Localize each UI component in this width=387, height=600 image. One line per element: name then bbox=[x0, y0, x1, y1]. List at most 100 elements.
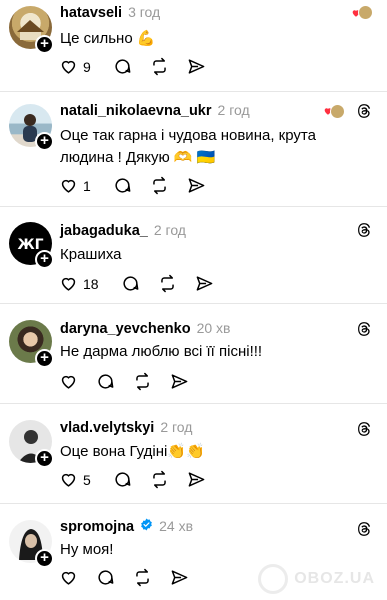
watermark-text: OBOZ.UA bbox=[294, 570, 375, 587]
comment-text: Не дарма люблю всі її пісні!!! bbox=[60, 343, 263, 360]
action-bar: 1 bbox=[59, 176, 224, 195]
follow-button[interactable]: + bbox=[35, 132, 54, 151]
thread-item: + vlad.velytskyi 2 год Оце вона Гудіні👏👏… bbox=[0, 404, 387, 504]
comment-icon bbox=[115, 59, 131, 74]
threads-logo-icon bbox=[358, 104, 371, 118]
timestamp: 20 хв bbox=[196, 320, 231, 336]
repost-button[interactable] bbox=[158, 274, 177, 293]
reply-button[interactable] bbox=[113, 470, 132, 489]
repost-icon bbox=[136, 372, 149, 391]
repost-button[interactable] bbox=[150, 176, 169, 195]
follow-button[interactable]: + bbox=[35, 250, 54, 269]
comment-icon bbox=[98, 570, 114, 585]
comment-text: Це сильно 💪 bbox=[60, 30, 156, 47]
watermark: OBOZ.UA bbox=[258, 564, 375, 594]
reply-button[interactable] bbox=[113, 176, 132, 195]
reply-button[interactable] bbox=[96, 568, 115, 587]
share-button[interactable] bbox=[187, 176, 206, 195]
like-button[interactable] bbox=[59, 568, 78, 587]
username[interactable]: natali_nikolaevna_ukr bbox=[60, 103, 212, 119]
heart-icon bbox=[61, 571, 76, 585]
repost-icon bbox=[153, 470, 166, 489]
action-bar: 5 bbox=[59, 470, 224, 489]
like-count: 1 bbox=[83, 177, 91, 194]
like-button[interactable]: 5 bbox=[59, 470, 95, 489]
repost-button[interactable] bbox=[150, 470, 169, 489]
reply-button[interactable] bbox=[113, 57, 132, 76]
timestamp: 2 год bbox=[217, 102, 250, 118]
share-button[interactable] bbox=[170, 372, 189, 391]
follow-button[interactable]: + bbox=[35, 449, 54, 468]
username[interactable]: daryna_yevchenko bbox=[60, 321, 191, 337]
timestamp: 2 год bbox=[160, 419, 193, 435]
author-avatar-mini bbox=[358, 5, 373, 20]
action-bar bbox=[59, 372, 207, 391]
thread-item: ЖГ + jabagaduka_ 2 год Крашиха 18 bbox=[0, 207, 387, 304]
comment-text: Ну моя! bbox=[60, 541, 114, 558]
comment-icon bbox=[98, 374, 114, 389]
username[interactable]: spromojna bbox=[60, 519, 134, 535]
thread-item: + natali_nikolaevna_ukr 2 год Оце так га… bbox=[0, 92, 387, 207]
like-count: 5 bbox=[83, 471, 91, 488]
send-icon bbox=[188, 59, 205, 74]
heart-icon bbox=[61, 179, 76, 193]
action-bar bbox=[59, 568, 207, 587]
comment-text: Оце так гарна і чудова новина, крута люд… bbox=[60, 127, 316, 166]
username[interactable]: jabagaduka_ bbox=[60, 223, 148, 239]
reply-button[interactable] bbox=[96, 372, 115, 391]
timestamp: 24 хв bbox=[159, 518, 194, 534]
heart-icon bbox=[61, 375, 76, 389]
author-avatar-mini bbox=[330, 103, 345, 119]
follow-button[interactable]: + bbox=[35, 549, 54, 568]
like-button[interactable] bbox=[59, 372, 78, 391]
liked-by-author-badge bbox=[351, 5, 373, 20]
username[interactable]: vlad.velytskyi bbox=[60, 420, 154, 436]
watermark-logo-icon bbox=[258, 564, 289, 594]
send-icon bbox=[188, 472, 205, 487]
send-icon bbox=[171, 374, 188, 389]
send-icon bbox=[188, 178, 205, 193]
repost-icon bbox=[153, 176, 166, 195]
heart-icon bbox=[61, 277, 76, 291]
like-count: 18 bbox=[83, 275, 99, 292]
share-button[interactable] bbox=[195, 274, 214, 293]
like-button[interactable]: 18 bbox=[59, 274, 103, 293]
threads-logo-icon bbox=[358, 422, 371, 436]
repost-icon bbox=[136, 568, 149, 587]
follow-button[interactable]: + bbox=[35, 349, 54, 368]
thread-item: + daryna_yevchenko 20 хв Не дарма люблю … bbox=[0, 304, 387, 404]
comment-icon bbox=[115, 472, 131, 487]
comment-text: Оце вона Гудіні👏👏 bbox=[60, 443, 205, 460]
threads-logo-icon bbox=[358, 223, 371, 237]
share-button[interactable] bbox=[170, 568, 189, 587]
comment-icon bbox=[123, 276, 138, 291]
like-button[interactable]: 1 bbox=[59, 176, 95, 195]
heart-icon bbox=[61, 60, 76, 74]
thread-item: + hatavseli 3 год Це сильно 💪 9 bbox=[0, 0, 387, 92]
send-icon bbox=[196, 276, 212, 291]
heart-icon bbox=[61, 473, 76, 487]
like-count: 9 bbox=[83, 58, 91, 75]
repost-icon bbox=[160, 274, 174, 293]
comment-text: Крашиха bbox=[60, 246, 122, 263]
repost-button[interactable] bbox=[133, 568, 152, 587]
send-icon bbox=[171, 570, 188, 585]
repost-button[interactable] bbox=[133, 372, 152, 391]
threads-logo-icon bbox=[358, 322, 371, 336]
share-button[interactable] bbox=[187, 57, 206, 76]
repost-icon bbox=[153, 57, 166, 76]
follow-button[interactable]: + bbox=[35, 35, 54, 54]
timestamp: 2 год bbox=[153, 222, 186, 238]
like-button[interactable]: 9 bbox=[59, 57, 95, 76]
threads-logo-icon bbox=[358, 522, 371, 536]
comment-icon bbox=[115, 178, 131, 193]
username[interactable]: hatavseli bbox=[60, 5, 122, 21]
verified-badge-icon bbox=[141, 518, 152, 531]
reply-button[interactable] bbox=[121, 274, 140, 293]
action-bar: 18 bbox=[59, 274, 232, 293]
timestamp: 3 год bbox=[128, 4, 161, 20]
action-bar: 9 bbox=[59, 57, 224, 76]
repost-button[interactable] bbox=[150, 57, 169, 76]
share-button[interactable] bbox=[187, 470, 206, 489]
liked-by-author-badge bbox=[323, 103, 345, 119]
